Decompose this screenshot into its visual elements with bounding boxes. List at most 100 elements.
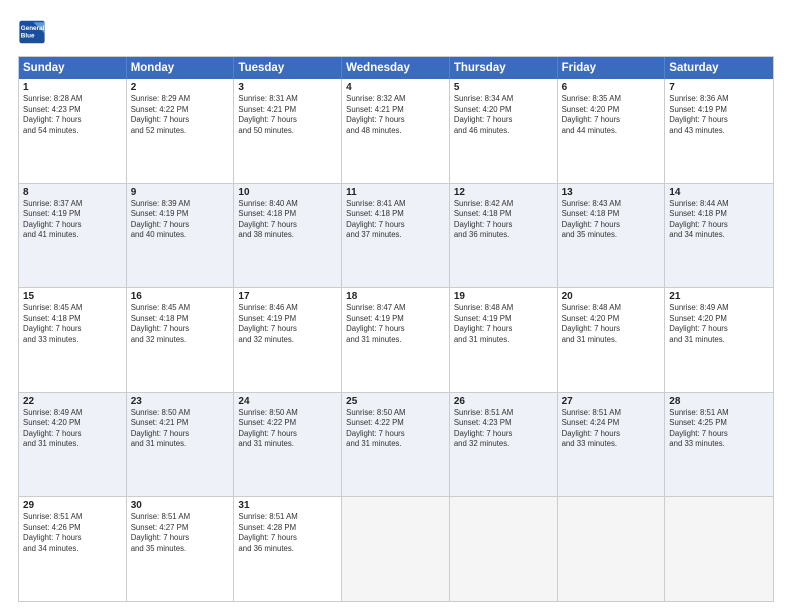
cell-info-line: Daylight: 7 hours [23, 324, 122, 335]
calendar: SundayMondayTuesdayWednesdayThursdayFrid… [18, 56, 774, 602]
cell-info-line: Sunrise: 8:47 AM [346, 303, 445, 314]
calendar-cell: 25Sunrise: 8:50 AMSunset: 4:22 PMDayligh… [342, 393, 450, 497]
cell-info-line: Daylight: 7 hours [131, 115, 230, 126]
calendar-cell: 27Sunrise: 8:51 AMSunset: 4:24 PMDayligh… [558, 393, 666, 497]
calendar-week-1: 1Sunrise: 8:28 AMSunset: 4:23 PMDaylight… [19, 79, 773, 183]
header-day-friday: Friday [558, 57, 666, 79]
cell-info-line: Daylight: 7 hours [562, 115, 661, 126]
cell-info-line: and 35 minutes. [562, 230, 661, 241]
cell-info-line: Sunset: 4:18 PM [23, 314, 122, 325]
calendar-cell: 11Sunrise: 8:41 AMSunset: 4:18 PMDayligh… [342, 184, 450, 288]
cell-info-line: Sunrise: 8:50 AM [346, 408, 445, 419]
cell-info-line: Daylight: 7 hours [562, 220, 661, 231]
calendar-week-2: 8Sunrise: 8:37 AMSunset: 4:19 PMDaylight… [19, 183, 773, 288]
calendar-cell [342, 497, 450, 601]
day-number: 6 [562, 82, 661, 93]
day-number: 29 [23, 500, 122, 511]
cell-info-line: Sunrise: 8:51 AM [131, 512, 230, 523]
header-day-monday: Monday [127, 57, 235, 79]
calendar-cell: 13Sunrise: 8:43 AMSunset: 4:18 PMDayligh… [558, 184, 666, 288]
cell-info-line: Sunrise: 8:39 AM [131, 199, 230, 210]
cell-info-line: Sunset: 4:20 PM [23, 418, 122, 429]
header-day-thursday: Thursday [450, 57, 558, 79]
cell-info-line: Daylight: 7 hours [238, 220, 337, 231]
cell-info-line: Sunset: 4:20 PM [562, 105, 661, 116]
cell-info-line: and 48 minutes. [346, 126, 445, 137]
cell-info-line: Sunrise: 8:34 AM [454, 94, 553, 105]
day-number: 11 [346, 187, 445, 198]
cell-info-line: Sunset: 4:22 PM [346, 418, 445, 429]
cell-info-line: Daylight: 7 hours [238, 429, 337, 440]
calendar-cell: 1Sunrise: 8:28 AMSunset: 4:23 PMDaylight… [19, 79, 127, 183]
cell-info-line: Sunrise: 8:40 AM [238, 199, 337, 210]
cell-info-line: Sunrise: 8:48 AM [562, 303, 661, 314]
day-number: 9 [131, 187, 230, 198]
cell-info-line: and 31 minutes. [346, 439, 445, 450]
cell-info-line: and 31 minutes. [346, 335, 445, 346]
cell-info-line: Sunset: 4:20 PM [562, 314, 661, 325]
calendar-week-5: 29Sunrise: 8:51 AMSunset: 4:26 PMDayligh… [19, 496, 773, 601]
cell-info-line: and 38 minutes. [238, 230, 337, 241]
cell-info-line: Sunrise: 8:50 AM [238, 408, 337, 419]
day-number: 13 [562, 187, 661, 198]
cell-info-line: and 35 minutes. [131, 544, 230, 555]
logo-icon: General Blue [18, 18, 46, 46]
cell-info-line: Sunrise: 8:45 AM [131, 303, 230, 314]
cell-info-line: and 31 minutes. [454, 335, 553, 346]
cell-info-line: Sunset: 4:19 PM [669, 105, 769, 116]
calendar-cell: 26Sunrise: 8:51 AMSunset: 4:23 PMDayligh… [450, 393, 558, 497]
cell-info-line: Daylight: 7 hours [23, 220, 122, 231]
cell-info-line: Sunset: 4:18 PM [131, 314, 230, 325]
cell-info-line: Sunset: 4:20 PM [454, 105, 553, 116]
cell-info-line: and 31 minutes. [23, 439, 122, 450]
day-number: 20 [562, 291, 661, 302]
cell-info-line: Daylight: 7 hours [23, 533, 122, 544]
calendar-cell: 22Sunrise: 8:49 AMSunset: 4:20 PMDayligh… [19, 393, 127, 497]
cell-info-line: Sunrise: 8:48 AM [454, 303, 553, 314]
calendar-cell: 30Sunrise: 8:51 AMSunset: 4:27 PMDayligh… [127, 497, 235, 601]
cell-info-line: Daylight: 7 hours [454, 429, 553, 440]
cell-info-line: and 33 minutes. [562, 439, 661, 450]
calendar-cell: 10Sunrise: 8:40 AMSunset: 4:18 PMDayligh… [234, 184, 342, 288]
header-day-wednesday: Wednesday [342, 57, 450, 79]
cell-info-line: Sunset: 4:18 PM [562, 209, 661, 220]
calendar-cell: 14Sunrise: 8:44 AMSunset: 4:18 PMDayligh… [665, 184, 773, 288]
cell-info-line: Daylight: 7 hours [346, 429, 445, 440]
header: General Blue [18, 18, 774, 46]
cell-info-line: Sunset: 4:22 PM [131, 105, 230, 116]
cell-info-line: Daylight: 7 hours [454, 324, 553, 335]
day-number: 1 [23, 82, 122, 93]
cell-info-line: and 33 minutes. [23, 335, 122, 346]
cell-info-line: Daylight: 7 hours [23, 429, 122, 440]
cell-info-line: Sunrise: 8:35 AM [562, 94, 661, 105]
svg-text:Blue: Blue [21, 33, 35, 40]
cell-info-line: Sunrise: 8:51 AM [454, 408, 553, 419]
day-number: 10 [238, 187, 337, 198]
cell-info-line: Daylight: 7 hours [238, 533, 337, 544]
cell-info-line: Sunrise: 8:51 AM [238, 512, 337, 523]
calendar-cell: 15Sunrise: 8:45 AMSunset: 4:18 PMDayligh… [19, 288, 127, 392]
calendar-cell: 7Sunrise: 8:36 AMSunset: 4:19 PMDaylight… [665, 79, 773, 183]
cell-info-line: Sunset: 4:19 PM [454, 314, 553, 325]
cell-info-line: Sunrise: 8:51 AM [562, 408, 661, 419]
calendar-cell [450, 497, 558, 601]
cell-info-line: and 43 minutes. [669, 126, 769, 137]
cell-info-line: and 31 minutes. [669, 335, 769, 346]
cell-info-line: Sunset: 4:21 PM [346, 105, 445, 116]
calendar-cell: 12Sunrise: 8:42 AMSunset: 4:18 PMDayligh… [450, 184, 558, 288]
cell-info-line: Daylight: 7 hours [131, 220, 230, 231]
cell-info-line: Sunrise: 8:29 AM [131, 94, 230, 105]
cell-info-line: Daylight: 7 hours [23, 115, 122, 126]
cell-info-line: and 37 minutes. [346, 230, 445, 241]
calendar-cell [558, 497, 666, 601]
cell-info-line: and 33 minutes. [669, 439, 769, 450]
day-number: 21 [669, 291, 769, 302]
cell-info-line: and 36 minutes. [454, 230, 553, 241]
day-number: 3 [238, 82, 337, 93]
header-day-sunday: Sunday [19, 57, 127, 79]
cell-info-line: Daylight: 7 hours [346, 324, 445, 335]
cell-info-line: Sunset: 4:23 PM [454, 418, 553, 429]
cell-info-line: Sunrise: 8:42 AM [454, 199, 553, 210]
cell-info-line: Sunset: 4:21 PM [131, 418, 230, 429]
day-number: 30 [131, 500, 230, 511]
